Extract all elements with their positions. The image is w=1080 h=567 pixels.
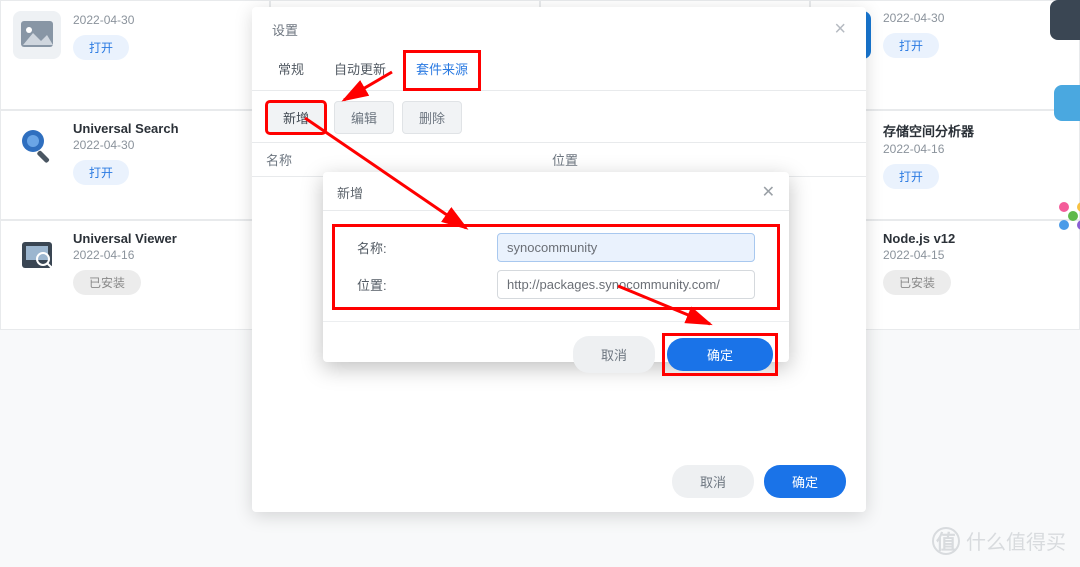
package-date: 2022-04-16 [73, 248, 177, 262]
package-tile[interactable]: 2022-04-30 打开 [0, 0, 270, 110]
cancel-button[interactable]: 取消 [672, 465, 754, 498]
watermark-icon: 值 [932, 527, 960, 555]
watermark: 值 什么值得买 [932, 526, 1066, 555]
package-title: Node.js v12 [883, 231, 955, 246]
package-date: 2022-04-30 [73, 13, 134, 27]
partial-icon [1052, 195, 1080, 237]
installed-badge: 已安装 [73, 270, 141, 295]
package-title: 存储空间分析器 [883, 121, 974, 140]
img-icon [13, 11, 61, 59]
open-button[interactable]: 打开 [73, 35, 129, 60]
package-tile[interactable]: Universal Search 2022-04-30 打开 [0, 110, 270, 220]
source-toolbar: 新增 编辑 删除 [252, 91, 866, 142]
add-source-dialog: 新增 ✕ 名称: 位置: 取消 确定 [323, 172, 789, 362]
label-location: 位置: [357, 275, 497, 294]
ok-button[interactable]: 确定 [764, 465, 846, 498]
open-button[interactable]: 打开 [73, 160, 129, 185]
cancel-button[interactable]: 取消 [573, 336, 655, 373]
tab-package-source[interactable]: 套件来源 [404, 51, 480, 90]
close-icon[interactable]: × [834, 18, 846, 41]
settings-modal: 设置 × 常规 自动更新 套件来源 新增 编辑 删除 名称 位置 新增 ✕ 名称… [252, 7, 866, 512]
package-date: 2022-04-16 [883, 142, 974, 156]
edit-button[interactable]: 编辑 [334, 101, 394, 134]
name-input[interactable] [497, 233, 755, 262]
add-button[interactable]: 新增 [266, 101, 326, 134]
open-button[interactable]: 打开 [883, 164, 939, 189]
package-date: 2022-04-30 [883, 11, 944, 25]
tabs: 常规 自动更新 套件来源 [252, 51, 866, 91]
package-title: Universal Search [73, 121, 179, 136]
ok-button[interactable]: 确定 [667, 338, 773, 371]
tab-general[interactable]: 常规 [266, 51, 316, 90]
watermark-text: 什么值得买 [966, 526, 1066, 555]
modal-title: 设置 [272, 20, 298, 39]
partial-icon [1050, 0, 1080, 40]
dialog-title: 新增 [337, 183, 363, 202]
package-title: Universal Viewer [73, 231, 177, 246]
lens-icon [13, 121, 61, 169]
label-name: 名称: [357, 238, 497, 257]
package-date: 2022-04-15 [883, 248, 955, 262]
open-button[interactable]: 打开 [883, 33, 939, 58]
partial-icon [1054, 85, 1080, 121]
package-date: 2022-04-30 [73, 138, 179, 152]
installed-badge: 已安装 [883, 270, 951, 295]
col-location: 位置 [552, 150, 852, 169]
close-icon[interactable]: ✕ [762, 182, 775, 202]
tab-auto-update[interactable]: 自动更新 [322, 51, 398, 90]
delete-button[interactable]: 删除 [402, 101, 462, 134]
location-input[interactable] [497, 270, 755, 299]
uv-icon [13, 231, 61, 279]
package-tile[interactable]: Universal Viewer 2022-04-16 已安装 [0, 220, 270, 330]
modal-footer: 取消 确定 [672, 465, 846, 498]
col-name: 名称 [266, 150, 552, 169]
